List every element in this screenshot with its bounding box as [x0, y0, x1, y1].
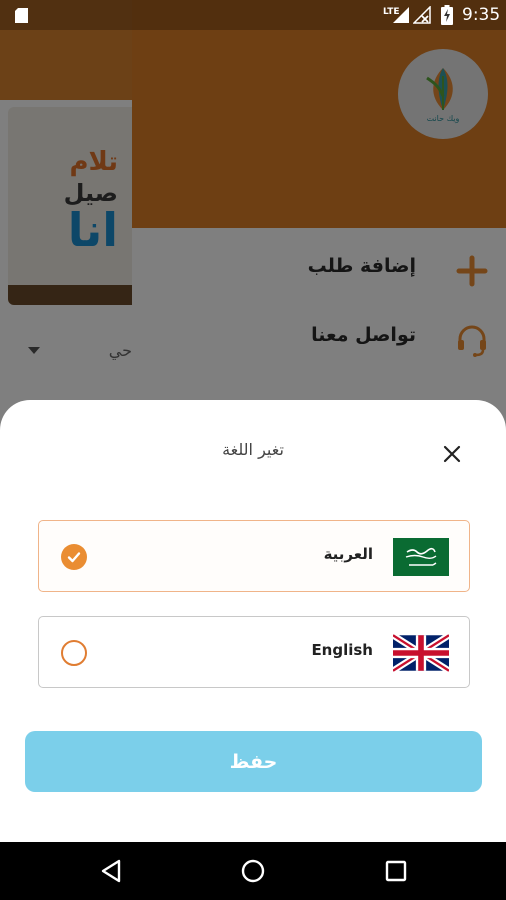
language-option-english[interactable]: English: [38, 616, 470, 688]
close-button[interactable]: [437, 439, 467, 469]
close-icon: [443, 445, 461, 463]
save-button[interactable]: حفظ: [25, 731, 482, 792]
no-signal-icon: [413, 6, 431, 24]
sheet-title: تغير اللغة: [222, 440, 284, 459]
check-icon: [67, 552, 81, 563]
signal-icon: [393, 7, 409, 23]
language-label: العربية: [323, 545, 373, 563]
sd-card-icon: [15, 8, 28, 23]
radio-unchecked[interactable]: [61, 640, 87, 666]
language-option-arabic[interactable]: العربية: [38, 520, 470, 592]
language-bottom-sheet: تغير اللغة العربية English حفظ: [0, 400, 506, 842]
back-icon[interactable]: [97, 856, 127, 886]
status-bar: LTE 9:35: [0, 0, 506, 30]
recent-apps-icon[interactable]: [381, 856, 411, 886]
saudi-flag-icon: [393, 538, 449, 576]
language-label: English: [311, 641, 373, 659]
uk-flag-icon: [393, 634, 449, 672]
radio-checked[interactable]: [61, 544, 87, 570]
clock: 9:35: [462, 5, 501, 25]
system-nav-bar: [0, 842, 506, 900]
battery-charging-icon: [441, 5, 453, 25]
home-icon[interactable]: [238, 856, 268, 886]
